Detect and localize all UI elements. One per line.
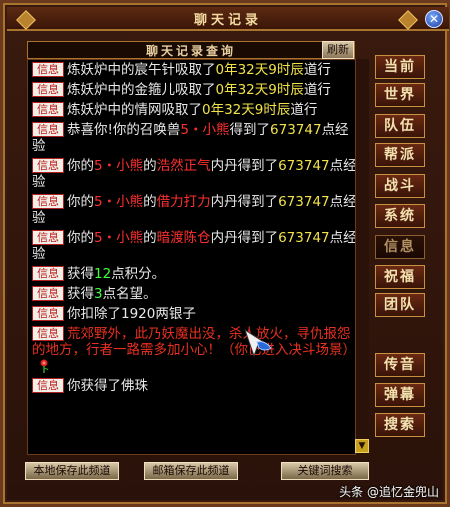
info-tag[interactable]: 信息 — [32, 378, 64, 393]
window-title: 聊天记录 — [193, 12, 262, 28]
close-icon[interactable]: ✕ — [425, 10, 443, 28]
save-mail-button[interactable]: 邮箱保存此频道 — [144, 462, 238, 480]
tab-blessing[interactable]: 祝福 — [375, 265, 425, 289]
panel-subtitle: 聊天记录查询 — [145, 43, 236, 58]
list-item: 信息 炼妖炉中的金箍儿吸取了0年32天9时辰道行 — [28, 80, 364, 100]
message-text: 获得 — [67, 266, 94, 282]
info-tag[interactable]: 信息 — [32, 306, 64, 321]
list-item: 信息 炼妖炉中的宸午针吸取了0年32天9时辰道行 — [28, 60, 364, 80]
info-tag[interactable]: 信息 — [32, 230, 64, 245]
refresh-button[interactable]: 刷新 — [322, 41, 354, 59]
message-highlight: 0年32天9时辰 — [215, 82, 304, 98]
list-item: 信息 炼妖炉中的情网吸取了0年32天9时辰道行 — [28, 100, 364, 120]
message-text: 点积分。 — [111, 266, 166, 282]
list-item: 信息 荒郊野外，此乃妖魔出没，杀人放火，寻仇报怨的地方，行者一路需多加小心！（你已… — [28, 324, 364, 376]
info-tag[interactable]: 信息 — [32, 122, 64, 137]
exp-value: 673747 — [278, 194, 330, 210]
pet-name[interactable]: 5・小熊 — [94, 158, 143, 174]
keyword-search-button[interactable]: 关键词搜索 — [281, 462, 369, 480]
list-item: 信息 你扣除了1920两银子 — [28, 304, 364, 324]
skill-name[interactable]: 浩然正气 — [157, 158, 211, 174]
info-tag[interactable]: 信息 — [32, 158, 64, 173]
tab-info[interactable]: 信息 — [375, 235, 425, 259]
message-text: 恭喜你!你的召唤兽 — [67, 122, 181, 138]
exp-value: 673747 — [270, 122, 322, 138]
tab-team[interactable]: 队伍 — [375, 114, 425, 138]
message-text: 你获得了佛珠 — [67, 378, 148, 394]
message-text: 内丹得到了 — [210, 194, 279, 210]
tab-guild[interactable]: 帮派 — [375, 143, 425, 167]
message-text: 内丹得到了 — [210, 230, 279, 246]
tab-whisper[interactable]: 传音 — [375, 353, 425, 377]
message-text: 点名望。 — [102, 286, 157, 302]
flower-icon — [40, 359, 49, 373]
exp-value: 673747 — [278, 230, 330, 246]
tab-system[interactable]: 系统 — [375, 204, 425, 228]
ornament-icon — [16, 10, 36, 30]
message-text: 的 — [143, 194, 157, 210]
list-item: 信息 恭喜你!你的召唤兽5・小熊得到了673747点经验 — [28, 120, 364, 156]
list-item: 信息 你的5・小熊的暗渡陈仓内丹得到了673747点经验 — [28, 228, 364, 264]
chevron-down-icon[interactable]: ▼ — [355, 439, 369, 453]
message-text: 道行 — [290, 102, 318, 118]
pet-name[interactable]: 5・小熊 — [94, 194, 143, 210]
tab-barrage[interactable]: 弹幕 — [375, 383, 425, 407]
scrollbar[interactable] — [355, 59, 369, 455]
info-tag[interactable]: 信息 — [32, 266, 64, 281]
message-text: 你扣除了1920两银子 — [67, 306, 196, 322]
message-text: 你的 — [67, 230, 94, 246]
title-bar: 聊天记录 ✕ — [7, 7, 449, 31]
message-text: 得到了 — [229, 122, 271, 138]
message-text: 道行 — [303, 82, 331, 98]
pointer-cursor-icon — [244, 328, 272, 358]
chat-log-window: 聊天记录 ✕ 聊天记录查询 刷新 信息 炼妖炉中的宸午针吸取了0年32天9时辰道行… — [0, 0, 450, 507]
save-local-button[interactable]: 本地保存此频道 — [25, 462, 119, 480]
tab-battle[interactable]: 战斗 — [375, 174, 425, 198]
message-text: 你的 — [67, 194, 94, 210]
warning-text: 荒郊野外，此乃妖魔出没，杀人放火，寻仇报怨的地方，行者一路需多加小心！（你已进入… — [32, 326, 356, 358]
message-text: 内丹得到了 — [210, 158, 279, 174]
message-text: 炼妖炉中的金箍儿吸取了 — [67, 82, 216, 98]
ornament-icon — [398, 10, 418, 30]
tab-group[interactable]: 团队 — [375, 293, 425, 317]
list-item: 信息 你获得了佛珠 — [28, 376, 364, 396]
list-item: 信息 你的5・小熊的浩然正气内丹得到了673747点经验 — [28, 156, 364, 192]
tab-current[interactable]: 当前 — [375, 55, 425, 79]
message-highlight: 12 — [94, 266, 112, 282]
exp-value: 673747 — [278, 158, 330, 174]
chat-message-list[interactable]: 信息 炼妖炉中的宸午针吸取了0年32天9时辰道行 信息 炼妖炉中的金箍儿吸取了0年3… — [27, 59, 365, 455]
info-tag[interactable]: 信息 — [32, 102, 64, 117]
message-highlight: 0年32天9时辰 — [215, 62, 304, 78]
message-text: 道行 — [303, 62, 331, 78]
panel-subheader: 聊天记录查询 刷新 — [27, 41, 355, 59]
list-item: 信息 获得3点名望。 — [28, 284, 364, 304]
message-text: 获得 — [67, 286, 94, 302]
message-text: 你的 — [67, 158, 94, 174]
info-tag[interactable]: 信息 — [32, 62, 64, 77]
message-text: 的 — [143, 158, 157, 174]
message-text: 的 — [143, 230, 157, 246]
tab-world[interactable]: 世界 — [375, 83, 425, 107]
info-tag[interactable]: 信息 — [32, 82, 64, 97]
list-item: 信息 获得12点积分。 — [28, 264, 364, 284]
message-text: 炼妖炉中的情网吸取了 — [67, 102, 202, 118]
message-text: 炼妖炉中的宸午针吸取了 — [67, 62, 216, 78]
pet-name[interactable]: 5・小熊 — [94, 230, 143, 246]
tab-search[interactable]: 搜索 — [375, 413, 425, 437]
pet-name[interactable]: 5・小熊 — [180, 122, 229, 138]
info-tag[interactable]: 信息 — [32, 326, 64, 341]
message-highlight: 3 — [94, 286, 103, 302]
message-highlight: 0年32天9时辰 — [202, 102, 291, 118]
info-tag[interactable]: 信息 — [32, 286, 64, 301]
list-item: 信息 你的5・小熊的借力打力内丹得到了673747点经验 — [28, 192, 364, 228]
watermark: 头条 @追忆金兜山 — [339, 485, 439, 499]
info-tag[interactable]: 信息 — [32, 194, 64, 209]
skill-name[interactable]: 暗渡陈仓 — [157, 230, 211, 246]
skill-name[interactable]: 借力打力 — [157, 194, 211, 210]
